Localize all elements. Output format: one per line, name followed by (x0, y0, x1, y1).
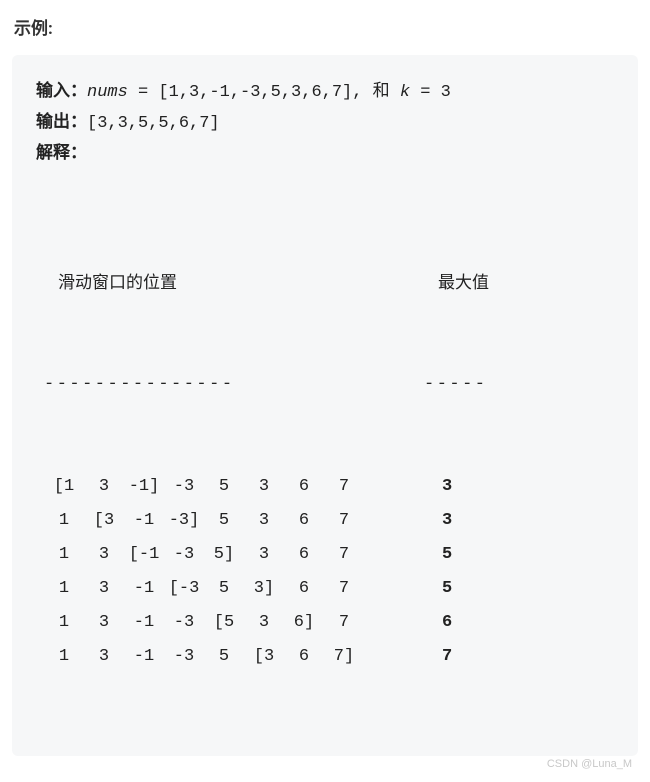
window-cells: 13[-1-35]367 (44, 538, 384, 572)
num-cell: -1 (124, 606, 164, 640)
num-cell: 5 (204, 572, 244, 606)
num-cell: 3 (84, 470, 124, 504)
num-cell: 7 (324, 572, 364, 606)
num-cell: -3 (164, 606, 204, 640)
num-cell: 1 (44, 504, 84, 538)
output-value: [3,3,5,5,6,7] (87, 114, 220, 133)
sliding-window-table: 滑动窗口的位置 最大值 --------------- ----- [13-1]… (36, 198, 614, 742)
num-cell: [-3 (164, 572, 204, 606)
header-max: 最大值 (438, 266, 489, 300)
num-cell: 6 (284, 640, 324, 674)
table-row: 1[3-1-3]53673 (44, 504, 614, 538)
example-heading: 示例: (14, 14, 638, 39)
max-value: 3 (442, 504, 452, 538)
table-divider: --------------- ----- (44, 368, 614, 402)
explain-label: 解释： (36, 143, 87, 163)
num-cell: 7 (324, 606, 364, 640)
num-cell: 5 (204, 504, 244, 538)
num-cell: -1 (124, 640, 164, 674)
num-cell: [3 (244, 640, 284, 674)
num-cell: -1 (124, 504, 164, 538)
num-cell: [-1 (124, 538, 164, 572)
num-cell: 3 (244, 470, 284, 504)
var-nums: nums (87, 83, 128, 102)
num-cell: [1 (44, 470, 84, 504)
table-header-row: 滑动窗口的位置 最大值 (44, 266, 614, 300)
input-line: 输入：nums = [1,3,-1,-3,5,3,6,7], 和 k = 3 (36, 77, 614, 108)
table-row: 13-1[-353]675 (44, 572, 614, 606)
window-cells: 13-1-35[367] (44, 640, 384, 674)
max-value: 7 (442, 640, 452, 674)
num-cell: 3 (244, 504, 284, 538)
num-cell: -3 (164, 470, 204, 504)
table-row: 13-1-3[536]76 (44, 606, 614, 640)
num-cell: -1] (124, 470, 164, 504)
num-cell: 6 (284, 538, 324, 572)
num-cell: 1 (44, 538, 84, 572)
input-eq1: = [1,3,-1,-3,5,3,6,7], 和 (128, 83, 400, 102)
num-cell: 6 (284, 504, 324, 538)
max-value: 6 (442, 606, 452, 640)
window-cells: 13-1-3[536]7 (44, 606, 384, 640)
num-cell: 7] (324, 640, 364, 674)
table-row: [13-1]-353673 (44, 470, 614, 504)
output-line: 输出：[3,3,5,5,6,7] (36, 108, 614, 139)
var-k: k (400, 83, 410, 102)
divider-left: --------------- (44, 368, 314, 402)
num-cell: 5 (204, 640, 244, 674)
window-cells: [13-1]-35367 (44, 470, 384, 504)
input-eq2: = 3 (410, 83, 451, 102)
num-cell: 3 (84, 572, 124, 606)
num-cell: 5 (204, 470, 244, 504)
num-cell: 3 (84, 606, 124, 640)
table-row: 13[-1-35]3675 (44, 538, 614, 572)
num-cell: 6] (284, 606, 324, 640)
explain-line: 解释： (36, 139, 614, 170)
num-cell: 1 (44, 572, 84, 606)
watermark: CSDN @Luna_M (12, 758, 638, 770)
example-code-block: 输入：nums = [1,3,-1,-3,5,3,6,7], 和 k = 3 输… (12, 55, 638, 756)
max-value: 5 (442, 538, 452, 572)
num-cell: 3 (244, 606, 284, 640)
num-cell: -3] (164, 504, 204, 538)
num-cell: 6 (284, 572, 324, 606)
num-cell: 1 (44, 606, 84, 640)
output-label: 输出： (36, 112, 87, 132)
num-cell: 7 (324, 470, 364, 504)
max-value: 3 (442, 470, 452, 504)
num-cell: -1 (124, 572, 164, 606)
num-cell: 7 (324, 504, 364, 538)
window-cells: 1[3-1-3]5367 (44, 504, 384, 538)
table-row: 13-1-35[367] 7 (44, 640, 614, 674)
num-cell: 3 (84, 538, 124, 572)
num-cell: 5] (204, 538, 244, 572)
num-cell: 3 (244, 538, 284, 572)
num-cell: -3 (164, 640, 204, 674)
num-cell: 6 (284, 470, 324, 504)
num-cell: 3] (244, 572, 284, 606)
input-label: 输入： (36, 81, 87, 101)
num-cell: 1 (44, 640, 84, 674)
num-cell: 7 (324, 538, 364, 572)
window-cells: 13-1[-353]67 (44, 572, 384, 606)
num-cell: [3 (84, 504, 124, 538)
header-position: 滑动窗口的位置 (44, 266, 328, 300)
divider-right: ----- (424, 368, 488, 402)
num-cell: [5 (204, 606, 244, 640)
num-cell: 3 (84, 640, 124, 674)
num-cell: -3 (164, 538, 204, 572)
max-value: 5 (442, 572, 452, 606)
